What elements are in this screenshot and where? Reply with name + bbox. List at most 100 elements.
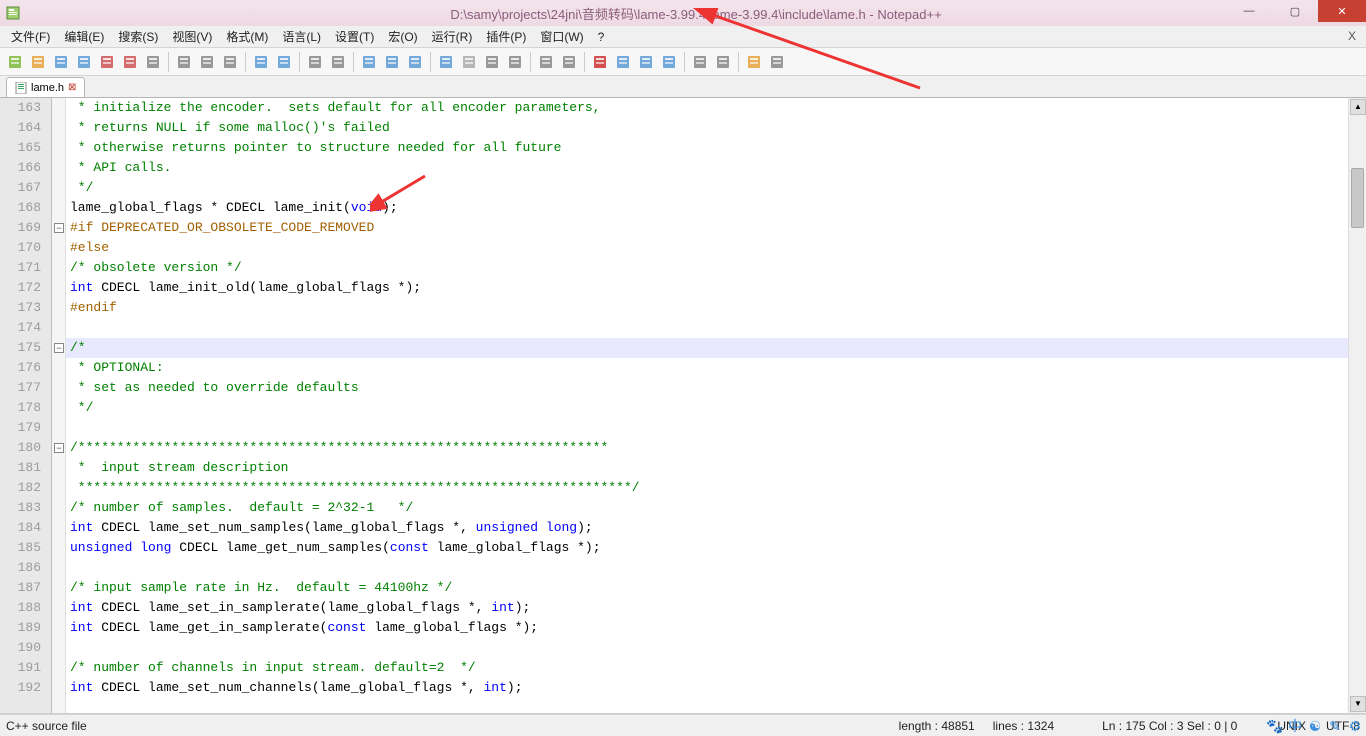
doc-button[interactable] <box>558 51 580 73</box>
menu-item[interactable]: 窗口(W) <box>533 26 590 47</box>
fold-toggle[interactable]: − <box>54 443 64 453</box>
code-line[interactable]: unsigned long CDECL lame_get_num_samples… <box>66 538 1348 558</box>
menu-item[interactable]: 运行(R) <box>425 26 480 47</box>
scroll-up-button[interactable]: ▲ <box>1350 99 1366 115</box>
file-tab[interactable]: lame.h ⊠ <box>6 77 85 97</box>
menu-item[interactable]: 插件(P) <box>479 26 533 47</box>
code-line[interactable]: * set as needed to override defaults <box>66 378 1348 398</box>
zoom-in-button[interactable] <box>358 51 380 73</box>
code-line[interactable]: int CDECL lame_set_num_samples(lame_glob… <box>66 518 1348 538</box>
code-line[interactable] <box>66 558 1348 578</box>
cut-button[interactable] <box>173 51 195 73</box>
menu-item[interactable]: ? <box>591 28 612 46</box>
code-line[interactable] <box>66 638 1348 658</box>
minimize-button[interactable]: — <box>1226 0 1272 22</box>
menu-item[interactable]: 视图(V) <box>165 26 219 47</box>
tray-icon-1[interactable]: 🐾 <box>1266 717 1284 735</box>
paste-button[interactable] <box>219 51 241 73</box>
save-all-button[interactable] <box>73 51 95 73</box>
tab-close-icon[interactable]: ⊠ <box>68 82 76 93</box>
code-line[interactable]: int CDECL lame_get_in_samplerate(const l… <box>66 618 1348 638</box>
wrap-button[interactable] <box>435 51 457 73</box>
tray-icon-3[interactable]: ☯ <box>1306 717 1324 735</box>
copy-button[interactable] <box>196 51 218 73</box>
macro-play-button[interactable] <box>612 51 634 73</box>
code-line[interactable]: * input stream description <box>66 458 1348 478</box>
window-controls: — ▢ ✕ <box>1226 0 1366 22</box>
code-line[interactable]: */ <box>66 178 1348 198</box>
menu-item[interactable]: 格式(M) <box>219 26 275 47</box>
sync-button[interactable] <box>404 51 426 73</box>
menu-item[interactable]: 设置(T) <box>328 26 381 47</box>
menu-item[interactable]: 编辑(E) <box>57 26 111 47</box>
close-button[interactable] <box>96 51 118 73</box>
menu-item[interactable]: 语言(L) <box>275 26 328 47</box>
system-tray: 🐾 中 ☯ ✎ ⚙ <box>1266 717 1364 735</box>
code-line[interactable]: * OPTIONAL: <box>66 358 1348 378</box>
menu-close-icon[interactable]: X <box>1348 29 1356 43</box>
scroll-down-button[interactable]: ▼ <box>1350 696 1366 712</box>
p1-button[interactable] <box>689 51 711 73</box>
app-icon <box>0 6 26 20</box>
macro-rec-button[interactable] <box>589 51 611 73</box>
code-line[interactable]: int CDECL lame_set_num_channels(lame_glo… <box>66 678 1348 698</box>
fold-column: − − − <box>52 98 66 713</box>
tray-icon-5[interactable]: ⚙ <box>1346 717 1364 735</box>
code-line[interactable]: /* obsolete version */ <box>66 258 1348 278</box>
undo-button[interactable] <box>250 51 272 73</box>
tray-icon-2[interactable]: 中 <box>1286 717 1304 735</box>
editor-area: 1631641651661671681691701711721731741751… <box>0 98 1366 714</box>
print-button[interactable] <box>142 51 164 73</box>
replace-button[interactable] <box>327 51 349 73</box>
redo-button[interactable] <box>273 51 295 73</box>
close-all-button[interactable] <box>119 51 141 73</box>
status-lines: lines : 1324 <box>993 719 1054 733</box>
all-chars-button[interactable] <box>458 51 480 73</box>
spell-button[interactable] <box>743 51 765 73</box>
fold-toggle[interactable]: − <box>54 343 64 353</box>
find-button[interactable] <box>304 51 326 73</box>
save-button[interactable] <box>50 51 72 73</box>
p2-button[interactable] <box>712 51 734 73</box>
code-line[interactable]: lame_global_flags * CDECL lame_init(void… <box>66 198 1348 218</box>
open-button[interactable] <box>27 51 49 73</box>
code-line[interactable]: #else <box>66 238 1348 258</box>
code-line[interactable]: */ <box>66 398 1348 418</box>
code-line[interactable]: #endif <box>66 298 1348 318</box>
code-line[interactable]: * returns NULL if some malloc()'s failed <box>66 118 1348 138</box>
lang-button[interactable] <box>535 51 557 73</box>
code-line[interactable]: /***************************************… <box>66 438 1348 458</box>
menu-item[interactable]: 搜索(S) <box>111 26 165 47</box>
menu-item[interactable]: 宏(O) <box>381 26 424 47</box>
close-button[interactable]: ✕ <box>1318 0 1366 22</box>
p3-button[interactable] <box>766 51 788 73</box>
maximize-button[interactable]: ▢ <box>1272 0 1318 22</box>
code-line[interactable]: /* number of samples. default = 2^32-1 *… <box>66 498 1348 518</box>
code-line[interactable]: * initialize the encoder. sets default f… <box>66 98 1348 118</box>
macro-multi-button[interactable] <box>658 51 680 73</box>
new-button[interactable] <box>4 51 26 73</box>
code-line[interactable]: * otherwise returns pointer to structure… <box>66 138 1348 158</box>
indent-button[interactable] <box>481 51 503 73</box>
zoom-out-button[interactable] <box>381 51 403 73</box>
code-line[interactable]: #if DEPRECATED_OR_OBSOLETE_CODE_REMOVED <box>66 218 1348 238</box>
menu-item[interactable]: 文件(F) <box>4 26 57 47</box>
vertical-scrollbar[interactable]: ▲ ▼ <box>1348 98 1366 713</box>
code-line[interactable]: ****************************************… <box>66 478 1348 498</box>
macro-run-button[interactable] <box>635 51 657 73</box>
code-line[interactable]: /* <box>66 338 1348 358</box>
code-line[interactable]: * API calls. <box>66 158 1348 178</box>
code-line[interactable]: /* number of channels in input stream. d… <box>66 658 1348 678</box>
title-bar: D:\samy\projects\24jni\音频转码\lame-3.99.4\… <box>0 0 1366 26</box>
file-icon <box>15 82 27 94</box>
code-line[interactable]: /* input sample rate in Hz. default = 44… <box>66 578 1348 598</box>
code-line[interactable] <box>66 418 1348 438</box>
code-line[interactable] <box>66 318 1348 338</box>
tray-icon-4[interactable]: ✎ <box>1326 717 1344 735</box>
scroll-thumb[interactable] <box>1351 168 1364 228</box>
code-line[interactable]: int CDECL lame_set_in_samplerate(lame_gl… <box>66 598 1348 618</box>
code-line[interactable]: int CDECL lame_init_old(lame_global_flag… <box>66 278 1348 298</box>
guide-button[interactable] <box>504 51 526 73</box>
fold-toggle[interactable]: − <box>54 223 64 233</box>
code-content[interactable]: * initialize the encoder. sets default f… <box>66 98 1348 713</box>
